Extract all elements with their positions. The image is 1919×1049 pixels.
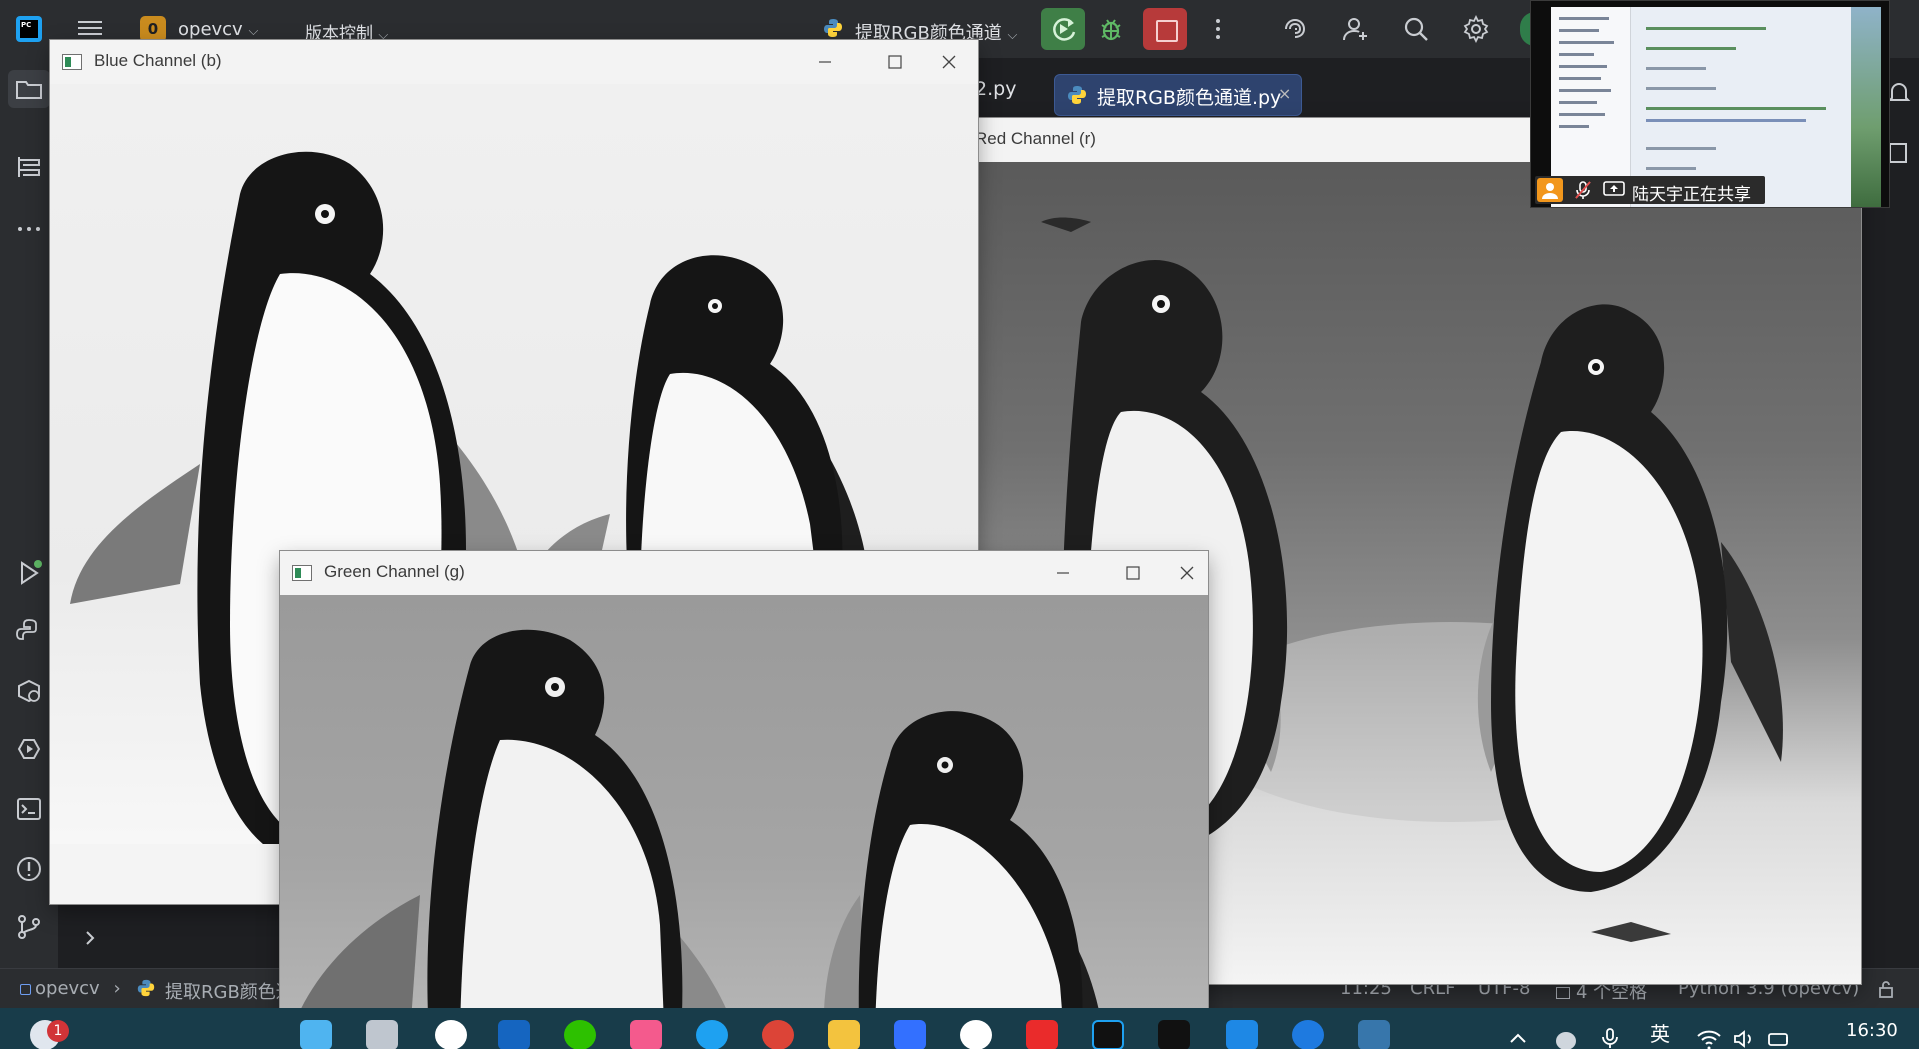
stop-button[interactable] [1143,8,1187,50]
minimize-icon[interactable] [796,40,854,84]
user-icon[interactable] [1537,178,1563,202]
start-icon[interactable] [300,1020,332,1049]
wechat-icon[interactable] [564,1020,596,1049]
penguin-left-graphic [290,629,740,1049]
tray-app-icon[interactable] [1556,1032,1576,1049]
close-icon[interactable] [920,40,978,84]
breadcrumb-file[interactable]: 提取RGB颜色通 [165,978,294,1004]
clock[interactable]: 16:30 [1846,1020,1898,1041]
module-icon [20,983,31,995]
terminal-icon[interactable] [14,794,44,824]
minimize-icon[interactable] [1034,551,1092,595]
microsoft-store-icon[interactable] [498,1020,530,1049]
breadcrumb-project[interactable]: opevcv › [20,978,121,999]
ai-assistant-icon[interactable] [1280,14,1310,44]
penguin-right-graphic [1477,304,1783,942]
project-name[interactable]: opevcv ⌵ [178,19,258,40]
penguin-right-graphic [823,711,1105,1049]
wifi-icon[interactable] [1696,1028,1722,1049]
chevron-right-icon: › [113,978,121,999]
git-icon[interactable] [14,912,44,942]
task-view-icon[interactable] [366,1020,398,1049]
window-title: Blue Channel (b) [94,51,222,70]
rerun-icon [1053,18,1076,41]
window-title: Red Channel (r) [975,129,1096,148]
more-horizontal-icon[interactable] [14,214,44,244]
wps-icon[interactable] [1026,1020,1058,1049]
green-channel-window[interactable]: Green Channel (g) [280,551,1208,1049]
python-icon [824,19,842,37]
edge-icon[interactable] [696,1020,728,1049]
python-file-icon [137,979,155,997]
microphone-muted-icon[interactable] [1573,180,1593,200]
chevron-down-icon: ⌵ [248,24,259,39]
window-titlebar[interactable]: Green Channel (g) [280,551,1208,595]
desktop: PC 0 opevcv ⌵ 版本控制 ⌵ 提取RGB颜色通道 ⌵ 2.py 提取… [0,0,1919,1049]
search-icon[interactable] [1401,14,1431,44]
settings-gear-icon[interactable] [1461,14,1491,44]
opencv-window-icon [62,54,82,70]
services-icon[interactable] [14,734,44,764]
app-icon[interactable] [1158,1020,1190,1049]
python-file-icon [1068,86,1086,104]
opencv-window-icon [292,565,312,581]
bilibili-icon[interactable] [630,1020,662,1049]
volume-icon[interactable] [1732,1028,1756,1049]
more-vertical-icon[interactable] [1203,14,1233,44]
add-user-icon[interactable] [1341,14,1371,44]
rerun-button[interactable] [1041,8,1085,50]
lark-icon[interactable] [1226,1020,1258,1049]
problems-icon[interactable] [14,854,44,884]
chevron-down-icon: ⌵ [1007,28,1018,43]
battery-icon[interactable] [1766,1028,1792,1049]
tab-partial[interactable]: 2.py [975,78,1016,100]
python-idle-icon[interactable] [1358,1020,1390,1049]
debug-icon[interactable] [1096,14,1126,44]
close-icon[interactable] [1158,551,1208,595]
maximize-icon[interactable] [866,40,924,84]
window-titlebar[interactable]: Blue Channel (b) [50,40,978,84]
pycharm-logo-icon [16,16,42,42]
meeting-share-bar[interactable]: 陆天宇正在共享 [1535,176,1765,205]
structure-icon[interactable] [14,152,44,182]
sharing-status: 陆天宇正在共享 [1632,185,1751,205]
baidu-netdisk-icon[interactable] [960,1020,992,1049]
maximize-icon[interactable] [1104,551,1162,595]
chrome-icon[interactable] [762,1020,794,1049]
kugou-icon[interactable] [1292,1020,1324,1049]
pycharm-logo-text: PC [21,21,32,29]
folder-icon [16,81,42,99]
pycharm-taskbar-icon[interactable] [1092,1020,1124,1049]
main-menu-icon[interactable] [78,18,102,38]
ime-indicator[interactable]: 英 [1650,1018,1670,1047]
tab-close-button[interactable]: × [1278,84,1291,103]
file-explorer-icon[interactable] [828,1020,860,1049]
project-badge[interactable]: 0 [140,16,166,42]
windows-taskbar [0,1008,1919,1049]
python-packages-icon[interactable] [14,676,44,706]
lock-icon[interactable] [1876,979,1896,999]
microphone-icon[interactable] [1598,1026,1622,1049]
feishu-icon[interactable] [894,1020,926,1049]
run-tool-icon[interactable] [14,558,44,588]
green-channel-image [280,595,1208,1049]
window-title: Green Channel (g) [324,562,465,581]
indent-icon [1556,987,1570,999]
screen-share-icon[interactable] [1603,181,1625,199]
qq-icon[interactable] [435,1020,467,1049]
chevron-right-icon[interactable] [80,928,100,948]
notification-badge: 1 [47,1020,69,1042]
chevron-up-icon[interactable] [1508,1030,1528,1046]
tab-active-label: 提取RGB颜色通道.py [1097,87,1282,109]
python-console-icon[interactable] [14,616,44,646]
